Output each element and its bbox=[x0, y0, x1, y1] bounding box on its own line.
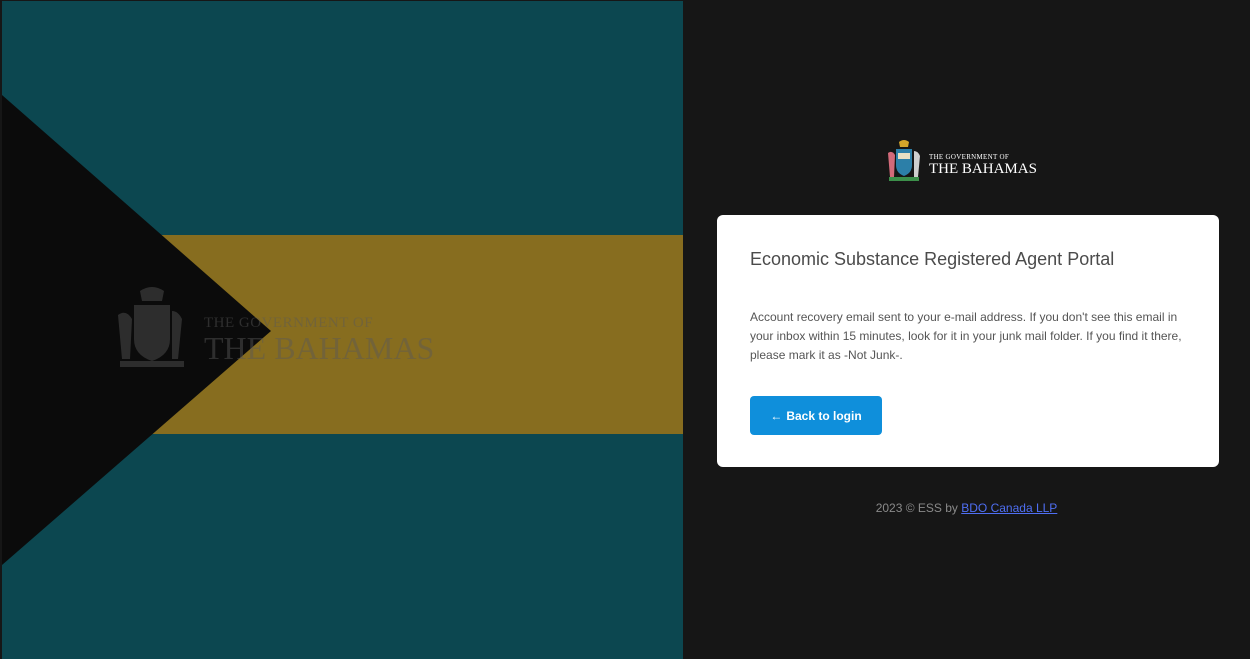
back-to-login-button[interactable]: ← Back to login bbox=[750, 396, 882, 435]
recovery-message: Account recovery email sent to your e-ma… bbox=[750, 310, 1182, 362]
flag-watermark-logo: THE GOVERNMENT OF THE BAHAMAS bbox=[112, 285, 435, 375]
flag-panel: THE GOVERNMENT OF THE BAHAMAS bbox=[2, 1, 683, 659]
recovery-card: Economic Substance Registered Agent Port… bbox=[717, 215, 1219, 467]
bdo-link[interactable]: BDO Canada LLP bbox=[961, 501, 1057, 515]
portal-title: Economic Substance Registered Agent Port… bbox=[750, 249, 1115, 269]
coat-of-arms-icon bbox=[118, 287, 184, 367]
government-logo: THE GOVERNMENT OF THE BAHAMAS bbox=[885, 139, 1045, 185]
gov-small-text: THE GOVERNMENT OF bbox=[929, 153, 1010, 161]
back-to-login-label: Back to login bbox=[786, 408, 862, 423]
footer-text: 2023 © ESS by bbox=[875, 501, 962, 515]
coat-of-arms-icon bbox=[888, 140, 920, 181]
watermark-large-text: THE BAHAMAS bbox=[204, 330, 435, 366]
footer: 2023 © ESS by BDO Canada LLP bbox=[683, 501, 1250, 515]
arrow-left-icon: ← bbox=[770, 408, 783, 423]
gov-large-text: THE BAHAMAS bbox=[929, 161, 1037, 177]
login-panel: THE GOVERNMENT OF THE BAHAMAS Economic S… bbox=[683, 1, 1250, 659]
